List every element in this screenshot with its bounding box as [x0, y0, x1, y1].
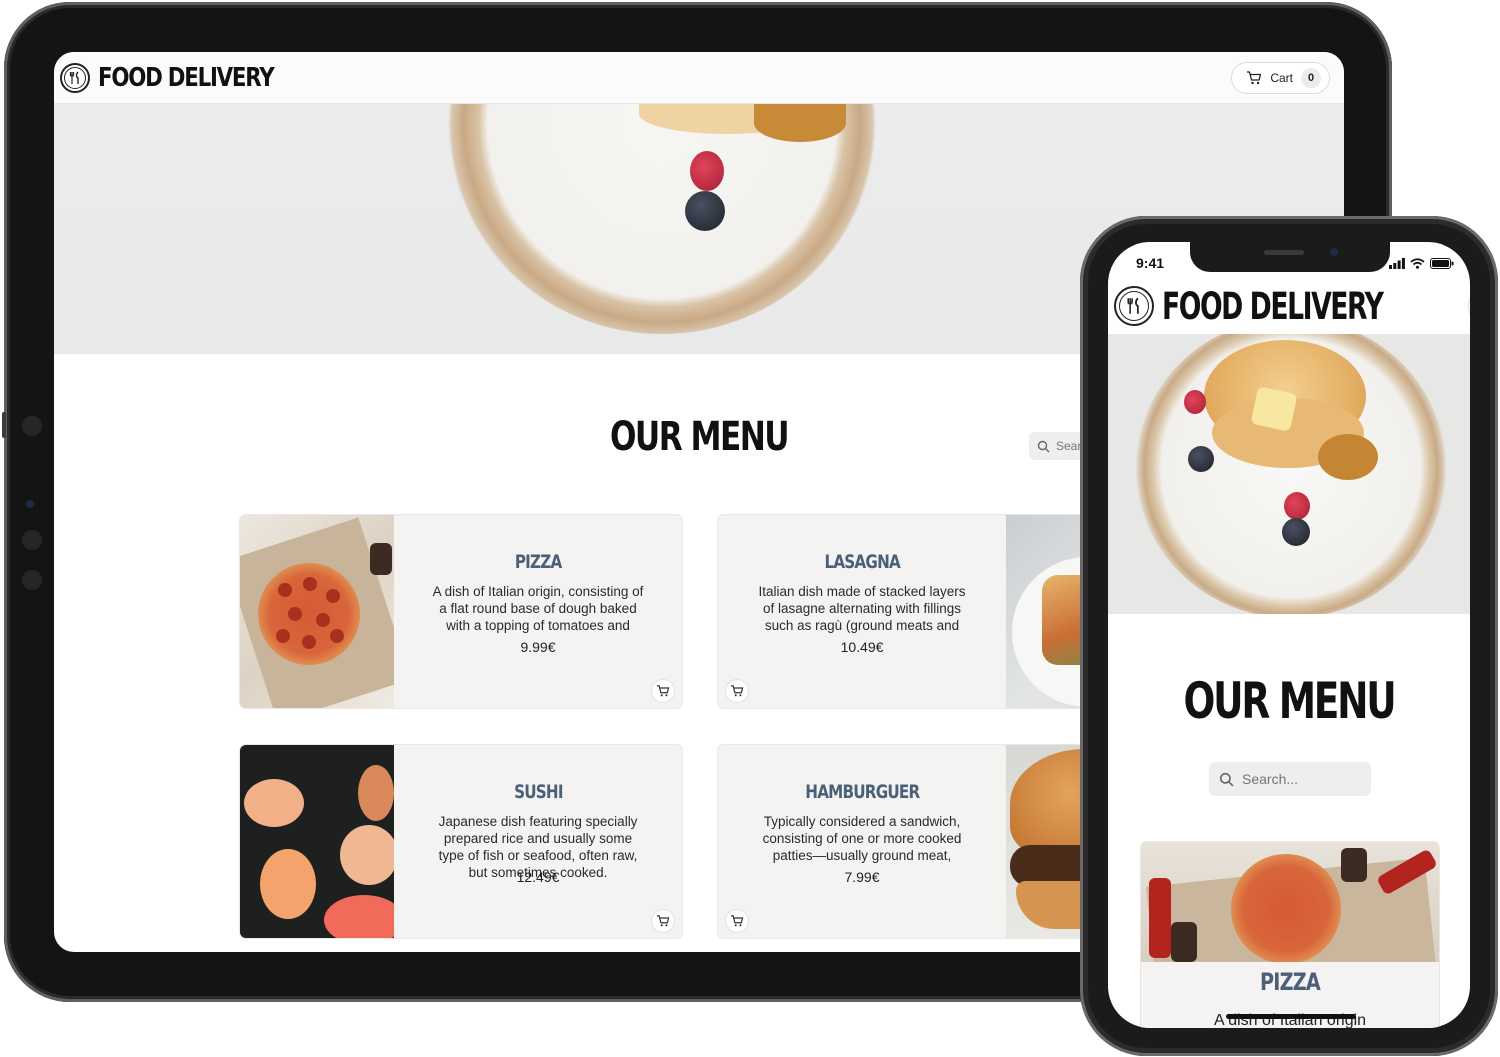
cart-button[interactable]: Cart 0: [1231, 61, 1330, 94]
tablet-sensor: [22, 570, 42, 590]
syrup: [1318, 434, 1378, 480]
search-box[interactable]: [1209, 762, 1371, 796]
phone-screen: 9:41 FOOD DELIVERY OUR MENU Search... PI…: [1108, 242, 1470, 1028]
add-to-cart-icon: [731, 915, 744, 927]
brand-name: FOOD DELIVERY: [1162, 284, 1384, 328]
card-title: PIZZA: [1260, 968, 1321, 996]
card-title: SUSHI: [513, 781, 563, 803]
add-to-cart-button[interactable]: [725, 909, 749, 933]
tablet-side-button: [2, 412, 6, 438]
add-to-cart-icon: [657, 685, 670, 697]
sushi-image: [240, 745, 394, 938]
search-input[interactable]: [1242, 771, 1362, 787]
add-to-cart-icon: [731, 685, 744, 697]
tablet-sensor: [22, 416, 42, 436]
battery-icon: [1430, 257, 1454, 269]
card-description: A dish of Italian origin, consisting of …: [432, 584, 644, 633]
raspberry: [690, 151, 724, 191]
card-title: HAMBURGUER: [804, 781, 920, 803]
card-price: 10.49€: [840, 639, 884, 655]
card-body: SUSHI Japanese dish featuring specially …: [394, 745, 682, 938]
raspberry: [1284, 492, 1310, 520]
menu-card-sushi[interactable]: SUSHI Japanese dish featuring specially …: [240, 745, 682, 938]
home-indicator: [1226, 1014, 1356, 1019]
brand[interactable]: FOOD DELIVERY: [1114, 285, 1468, 328]
wifi-icon: [1410, 257, 1425, 269]
menu-card-pizza[interactable]: PIZZA A dish of Italian origin: [1141, 842, 1439, 1028]
card-description: Typically considered a sandwich, consist…: [762, 814, 962, 863]
fork-knife-icon: [60, 62, 90, 93]
pizza-image: [1141, 842, 1439, 962]
phone-device: 9:41 FOOD DELIVERY OUR MENU Search... PI…: [1080, 216, 1498, 1056]
pizza-image: [240, 515, 394, 708]
phone-navbar: FOOD DELIVERY 0: [1108, 278, 1470, 334]
signal-icon: [1389, 257, 1405, 269]
card-title: LASAGNA: [824, 551, 900, 573]
card-price: 12.49€: [516, 869, 560, 885]
card-price: 9.99€: [520, 639, 556, 655]
cart-count-badge: 0: [1301, 67, 1321, 88]
menu-card-pizza[interactable]: PIZZA A dish of Italian origin, consisti…: [240, 515, 682, 708]
status-time: 9:41: [1136, 255, 1165, 271]
menu-title: OUR MENU: [1183, 672, 1396, 730]
blueberry: [685, 191, 725, 231]
card-body: LASAGNA Italian dish made of stacked lay…: [718, 515, 1006, 708]
navbar: FOOD DELIVERY Cart 0: [54, 52, 1344, 104]
card-price: 7.99€: [844, 869, 880, 885]
tablet-camera: [26, 500, 34, 508]
search-icon: [1219, 772, 1234, 786]
phone-notch: [1190, 242, 1390, 272]
tablet-sensor: [22, 530, 42, 550]
cart-button[interactable]: 0: [1468, 287, 1470, 325]
search-icon: [1037, 440, 1050, 452]
blueberry: [1282, 518, 1310, 546]
add-to-cart-icon: [657, 915, 670, 927]
syrup: [754, 104, 846, 142]
shopping-cart-icon: [1247, 70, 1262, 84]
hero-image: [1108, 334, 1470, 614]
card-body: PIZZA A dish of Italian origin, consisti…: [394, 515, 682, 708]
add-to-cart-button[interactable]: [651, 909, 675, 933]
brand[interactable]: FOOD DELIVERY: [60, 62, 312, 93]
brand-name: FOOD DELIVERY: [98, 62, 275, 93]
fork-knife-icon: [1114, 286, 1154, 326]
raspberry: [1184, 390, 1206, 414]
add-to-cart-button[interactable]: [651, 679, 675, 703]
card-description: Italian dish made of stacked layers of l…: [758, 584, 966, 633]
cart-label: Cart: [1270, 70, 1293, 85]
card-body: HAMBURGUER Typically considered a sandwi…: [718, 745, 1006, 938]
card-title: PIZZA: [514, 551, 562, 573]
butter: [1250, 386, 1298, 432]
blueberry: [1188, 446, 1214, 472]
add-to-cart-button[interactable]: [725, 679, 749, 703]
